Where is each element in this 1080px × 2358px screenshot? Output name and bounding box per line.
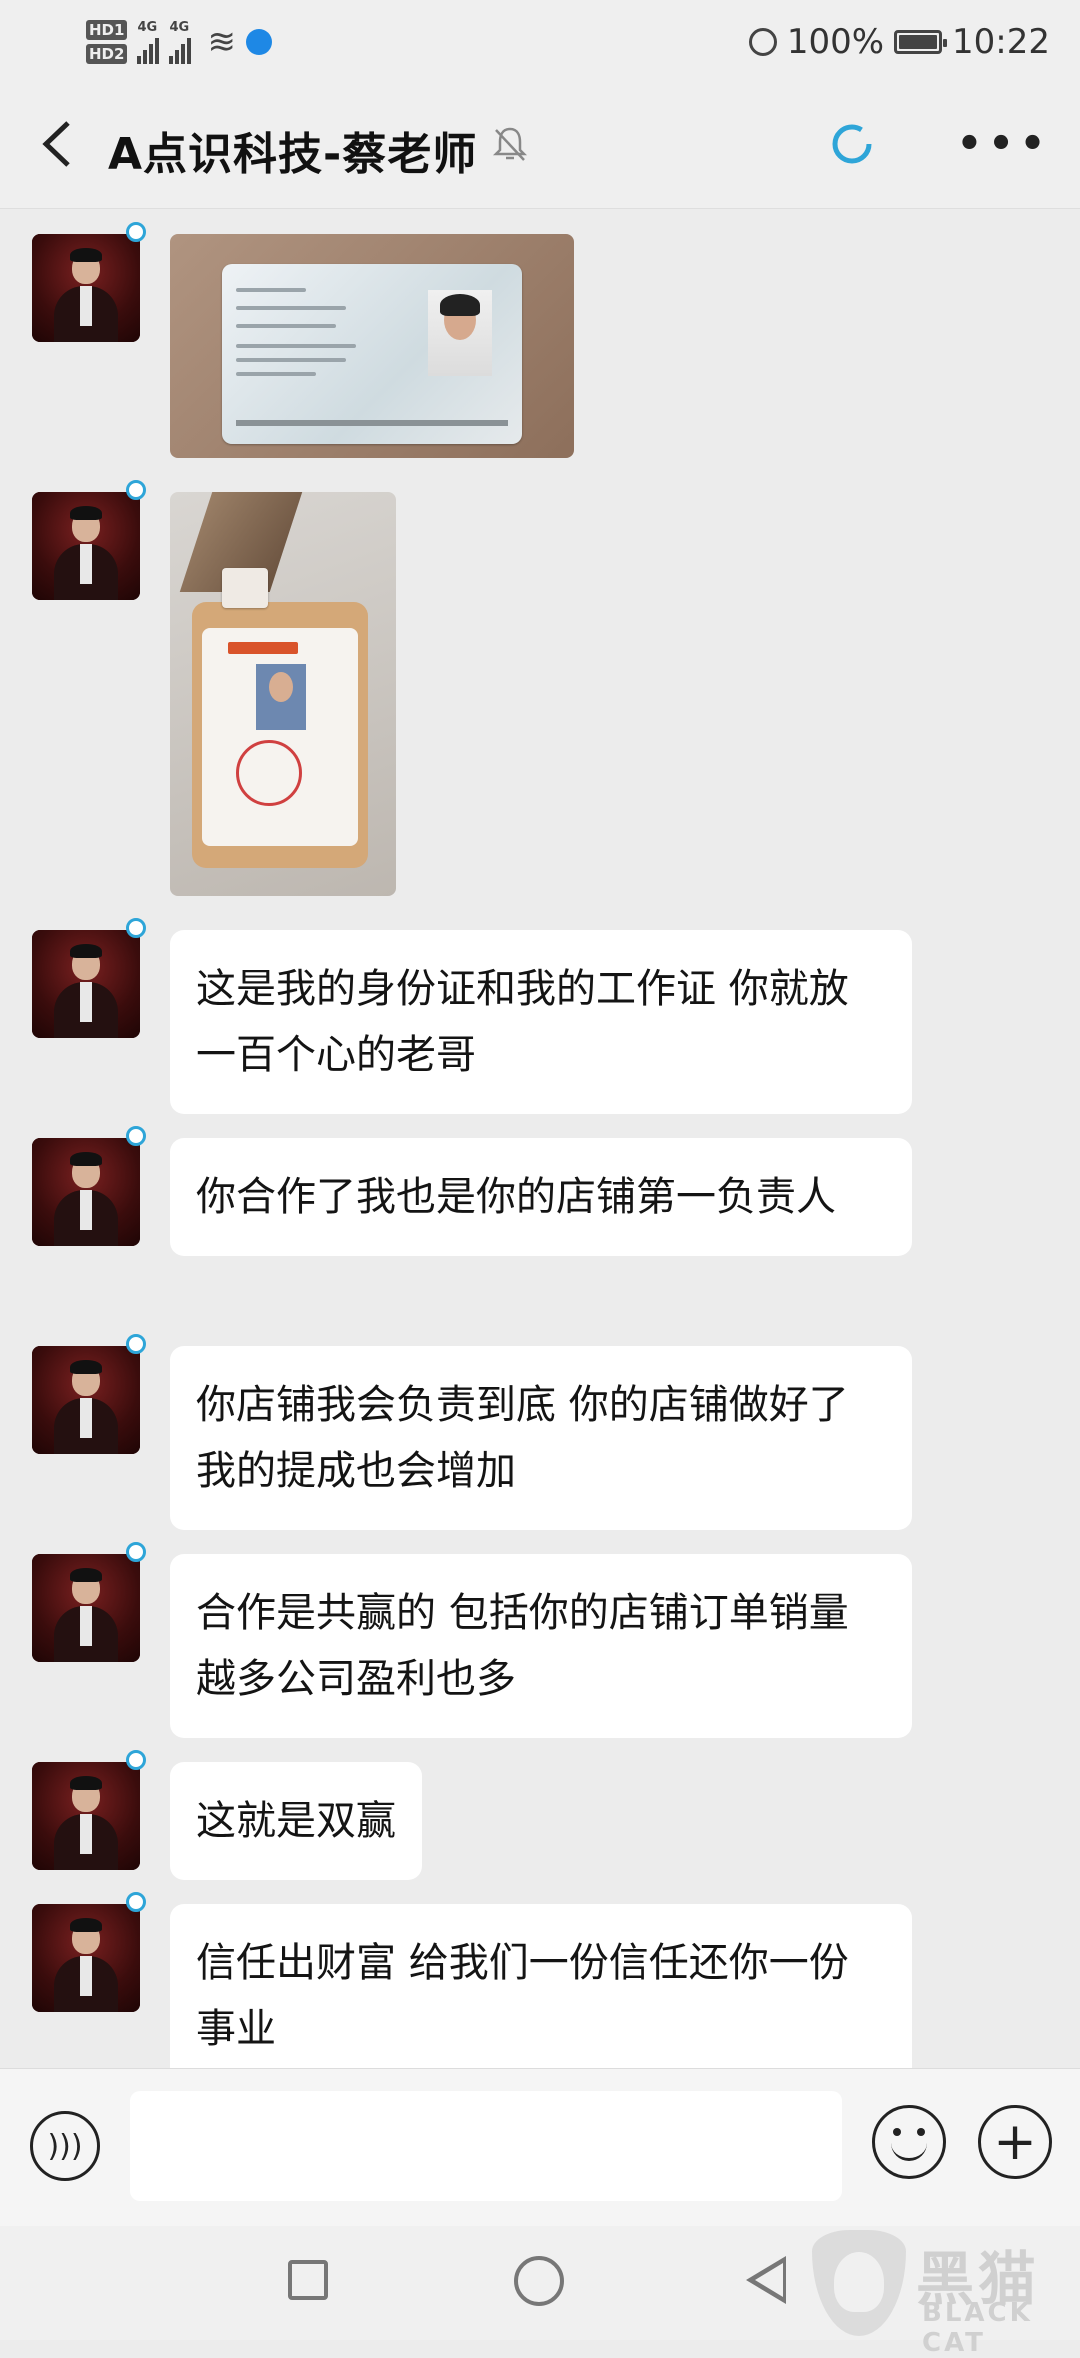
online-indicator-icon	[126, 918, 146, 938]
chat-title: A点识科技-蔡老师	[108, 129, 478, 180]
message-bubble[interactable]: 信任出财富 给我们一份信任还你一份事业	[170, 1904, 912, 2068]
signal-icon-sim1: 4G	[137, 20, 160, 64]
more-options-button[interactable]: •••	[957, 120, 1046, 168]
online-indicator-icon	[126, 1542, 146, 1562]
hd2-badge: HD2	[86, 44, 128, 64]
message-bubble[interactable]: 你合作了我也是你的店铺第一负责人	[170, 1138, 912, 1256]
voice-input-button[interactable]: )))	[30, 2111, 100, 2181]
wifi-icon: ≋	[207, 22, 236, 62]
message-bubble[interactable]: 这是我的身份证和我的工作证 你就放一百个心的老哥	[170, 930, 912, 1114]
input-bar: ))) +	[0, 2068, 1080, 2227]
back-button[interactable]	[30, 116, 86, 172]
status-bar: HD1 HD2 4G 4G ≋ 100% 10:22	[0, 0, 1080, 80]
sender-avatar[interactable]	[32, 1554, 140, 1662]
hd1-badge: HD1	[86, 20, 128, 40]
online-indicator-icon	[126, 1334, 146, 1354]
message-list[interactable]: 这是我的身份证和我的工作证 你就放一百个心的老哥 你合作了我也是你的店铺第一负责…	[0, 210, 1080, 2068]
hd-indicators: HD1 HD2	[86, 20, 128, 64]
message-bubble[interactable]: 合作是共赢的 包括你的店铺订单销量越多公司盈利也多	[170, 1554, 912, 1738]
online-indicator-icon	[126, 1126, 146, 1146]
sender-avatar[interactable]	[32, 930, 140, 1038]
online-indicator-icon	[126, 480, 146, 500]
muted-bell-icon	[492, 127, 528, 161]
message-bubble[interactable]: 这就是双赢	[170, 1762, 422, 1880]
battery-icon	[894, 30, 948, 54]
cat-shield-icon	[812, 2230, 906, 2336]
clock: 10:22	[952, 22, 1050, 62]
message-bubble[interactable]: 你店铺我会负责到底 你的店铺做好了我的提成也会增加	[170, 1346, 912, 1530]
nav-back-button[interactable]	[746, 2256, 786, 2304]
voice-icon: )))	[47, 2128, 83, 2164]
sync-spinner-icon[interactable]	[828, 120, 876, 168]
online-indicator-icon	[126, 1892, 146, 1912]
id-card-image[interactable]	[170, 234, 574, 458]
message-input[interactable]	[130, 2091, 842, 2201]
online-indicator-icon	[126, 222, 146, 242]
add-attachment-button[interactable]: +	[978, 2105, 1052, 2179]
sender-avatar[interactable]	[32, 1346, 140, 1454]
sender-avatar[interactable]	[32, 492, 140, 600]
work-badge-image[interactable]	[170, 492, 396, 896]
online-indicator-icon	[126, 1750, 146, 1770]
status-left: HD1 HD2 4G 4G ≋	[86, 12, 272, 72]
home-button[interactable]	[514, 2256, 564, 2306]
emoji-button[interactable]	[872, 2105, 946, 2179]
alarm-icon	[748, 28, 777, 56]
sender-avatar[interactable]	[32, 1904, 140, 2012]
recent-apps-button[interactable]	[288, 2260, 328, 2300]
battery-percent: 100%	[786, 22, 885, 62]
chevron-left-icon	[42, 121, 70, 167]
status-right: 100% 10:22	[748, 12, 1050, 72]
chat-header: A点识科技-蔡老师 •••	[0, 80, 1080, 209]
watermark-en: BLACK CAT	[922, 2298, 1033, 2358]
sender-avatar[interactable]	[32, 1138, 140, 1246]
browser-icon	[245, 29, 272, 55]
sender-avatar[interactable]	[32, 1762, 140, 1870]
sender-avatar[interactable]	[32, 234, 140, 342]
watermark-logo: 黑猫 BLACK CAT	[808, 2226, 1078, 2358]
signal-icon-sim2: 4G	[169, 20, 192, 64]
